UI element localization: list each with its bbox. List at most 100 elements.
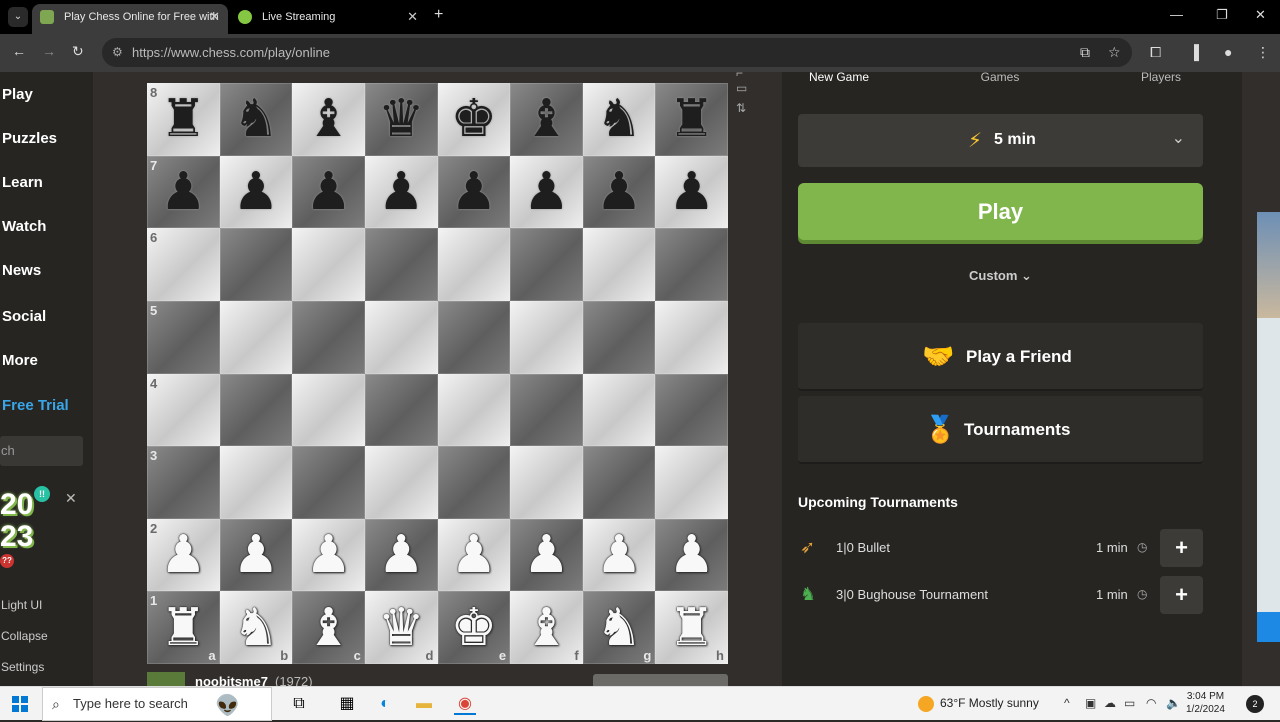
board-square-g4[interactable] (582, 373, 656, 447)
black-pawn-piece[interactable]: ♟ (305, 166, 352, 218)
board-square-e3[interactable] (437, 446, 511, 519)
flip-board-icon[interactable]: ⇅ (736, 101, 746, 115)
board-square-f3[interactable] (510, 446, 583, 519)
black-rook-piece[interactable]: ♜ (668, 93, 715, 145)
play-a-friend-button[interactable]: 🤝 Play a Friend (798, 323, 1203, 391)
black-pawn-piece[interactable]: ♟ (668, 166, 715, 218)
white-pawn-piece[interactable]: ♟ (451, 529, 498, 581)
board-square-h3[interactable] (655, 446, 728, 519)
edge-browser-icon[interactable]: ◐ (374, 693, 396, 715)
ad-strip[interactable] (1257, 212, 1280, 642)
white-pawn-piece[interactable]: ♟ (668, 529, 715, 581)
volume-icon[interactable]: 🔈 (1166, 696, 1181, 710)
black-knight-piece[interactable]: ♞ (233, 93, 280, 145)
board-square-g3[interactable] (582, 446, 656, 519)
board-square-f4[interactable] (510, 373, 583, 447)
sidebar-item-collapse[interactable]: Collapse (1, 629, 48, 643)
reload-icon[interactable]: ↻ (72, 43, 84, 60)
black-king-piece[interactable]: ♚ (451, 93, 498, 145)
new-tab-button[interactable]: + (434, 6, 443, 24)
join-tournament-button[interactable]: + (1160, 529, 1203, 567)
board-square-f6[interactable] (510, 228, 583, 301)
black-bishop-piece[interactable]: ♝ (305, 93, 352, 145)
board-square-h2[interactable]: ♟ (655, 518, 728, 592)
close-window-icon[interactable]: ✕ (1255, 7, 1266, 23)
board-square-d5[interactable] (364, 300, 438, 374)
board-square-c2[interactable]: ♟ (292, 518, 365, 592)
sidebar-item-more[interactable]: More (2, 352, 38, 369)
windows-start-icon[interactable] (12, 696, 28, 712)
file-explorer-icon[interactable]: ▬ (413, 693, 435, 715)
chrome-icon[interactable]: ◉ (454, 693, 476, 715)
board-square-h6[interactable] (655, 228, 728, 301)
board-square-b3[interactable] (219, 446, 293, 519)
sidebar-item-settings[interactable]: Settings (1, 660, 44, 674)
white-rook-piece[interactable]: ♜ (668, 602, 715, 654)
board-square-e6[interactable] (437, 228, 511, 301)
board-square-a3[interactable]: 3 (147, 446, 220, 519)
board-square-g8[interactable]: ♞ (582, 83, 656, 156)
white-pawn-piece[interactable]: ♟ (596, 529, 643, 581)
black-rook-piece[interactable]: ♜ (160, 93, 207, 145)
board-square-b6[interactable] (219, 228, 293, 301)
close-icon[interactable]: ✕ (407, 4, 418, 30)
board-square-f8[interactable]: ♝ (510, 83, 583, 156)
white-bishop-piece[interactable]: ♝ (523, 602, 570, 654)
weather-widget[interactable]: 63°F Mostly sunny (918, 696, 1039, 712)
board-square-d7[interactable]: ♟ (364, 155, 438, 229)
battery-icon[interactable]: ▭ (1124, 696, 1135, 710)
black-pawn-piece[interactable]: ♟ (523, 166, 570, 218)
fullscreen-icon[interactable]: ▭ (736, 81, 747, 95)
onedrive-icon[interactable]: ☁ (1104, 696, 1116, 710)
tab-search-button[interactable]: ⌄ (8, 7, 28, 27)
board-square-h7[interactable]: ♟ (655, 155, 728, 229)
board-square-g1[interactable]: g ♞ (582, 591, 656, 664)
tournaments-button[interactable]: 🏅 Tournaments (798, 396, 1203, 464)
taskbar-search-input[interactable]: ⌕ Type here to search 👽 (42, 687, 272, 721)
board-square-c7[interactable]: ♟ (292, 155, 365, 229)
board-square-c3[interactable] (292, 446, 365, 519)
black-pawn-piece[interactable]: ♟ (160, 166, 207, 218)
board-square-e5[interactable] (437, 300, 511, 374)
board-square-h4[interactable] (655, 373, 728, 447)
white-pawn-piece[interactable]: ♟ (160, 529, 207, 581)
white-pawn-piece[interactable]: ♟ (378, 529, 425, 581)
profile-avatar[interactable]: ● (1224, 44, 1232, 60)
avatar[interactable] (147, 672, 185, 686)
player-name[interactable]: noobitsme7 (195, 674, 268, 686)
wifi-icon[interactable]: ◠ (1146, 696, 1156, 710)
task-view-icon[interactable]: ⧉ (288, 693, 310, 715)
sidebar-item-learn[interactable]: Learn (2, 174, 43, 191)
sidebar-item-news[interactable]: News (2, 262, 41, 279)
board-square-b7[interactable]: ♟ (219, 155, 293, 229)
board-square-c8[interactable]: ♝ (292, 83, 365, 156)
board-square-e1[interactable]: e ♚ (437, 591, 511, 664)
play-button[interactable]: Play (798, 183, 1203, 240)
menu-dots-icon[interactable]: ⋮ (1256, 44, 1270, 61)
sidebar-item-watch[interactable]: Watch (2, 218, 46, 235)
board-square-d3[interactable] (364, 446, 438, 519)
board-square-a2[interactable]: 2 ♟ (147, 518, 220, 592)
board-square-h1[interactable]: h ♜ (655, 591, 728, 664)
black-queen-piece[interactable]: ♛ (378, 93, 425, 145)
board-square-e8[interactable]: ♚ (437, 83, 511, 156)
black-pawn-piece[interactable]: ♟ (451, 166, 498, 218)
sidebar-item-play[interactable]: Play (2, 86, 33, 103)
board-square-d6[interactable] (364, 228, 438, 301)
sidebar-item-light-ui[interactable]: Light UI (1, 598, 42, 612)
board-square-a6[interactable]: 6 (147, 228, 220, 301)
tournament-row[interactable]: ➶ 1|0 Bullet 1 min ◷ + (798, 529, 1203, 567)
board-square-g7[interactable]: ♟ (582, 155, 656, 229)
chess-board[interactable]: 8 ♜ ♞ ♝ ♛ ♚ ♝ ♞ ♜ 7 ♟ ♟ ♟ ♟ ♟ ♟ ♟ ♟ 6 5 4 3 2 ♟ ♟ ♟ ♟ ♟ ♟ ♟ ♟ 1 a ♜ b ♞ c ♝ d ♛… (147, 83, 728, 664)
black-pawn-piece[interactable]: ♟ (378, 166, 425, 218)
board-square-f2[interactable]: ♟ (510, 518, 583, 592)
tournament-row[interactable]: ♞ 3|0 Bughouse Tournament 1 min ◷ + (798, 576, 1203, 614)
store-icon[interactable]: ▦ (336, 693, 358, 715)
extensions-icon[interactable]: ⧠ (1150, 44, 1161, 61)
board-square-d8[interactable]: ♛ (364, 83, 438, 156)
forward-icon[interactable]: → (42, 43, 56, 59)
white-king-piece[interactable]: ♚ (451, 602, 498, 654)
minimize-icon[interactable]: — (1170, 7, 1183, 22)
sidebar-item-free-trial[interactable]: Free Trial (2, 397, 69, 414)
tab-live-streaming[interactable]: Live Streaming ✕ (230, 4, 426, 34)
